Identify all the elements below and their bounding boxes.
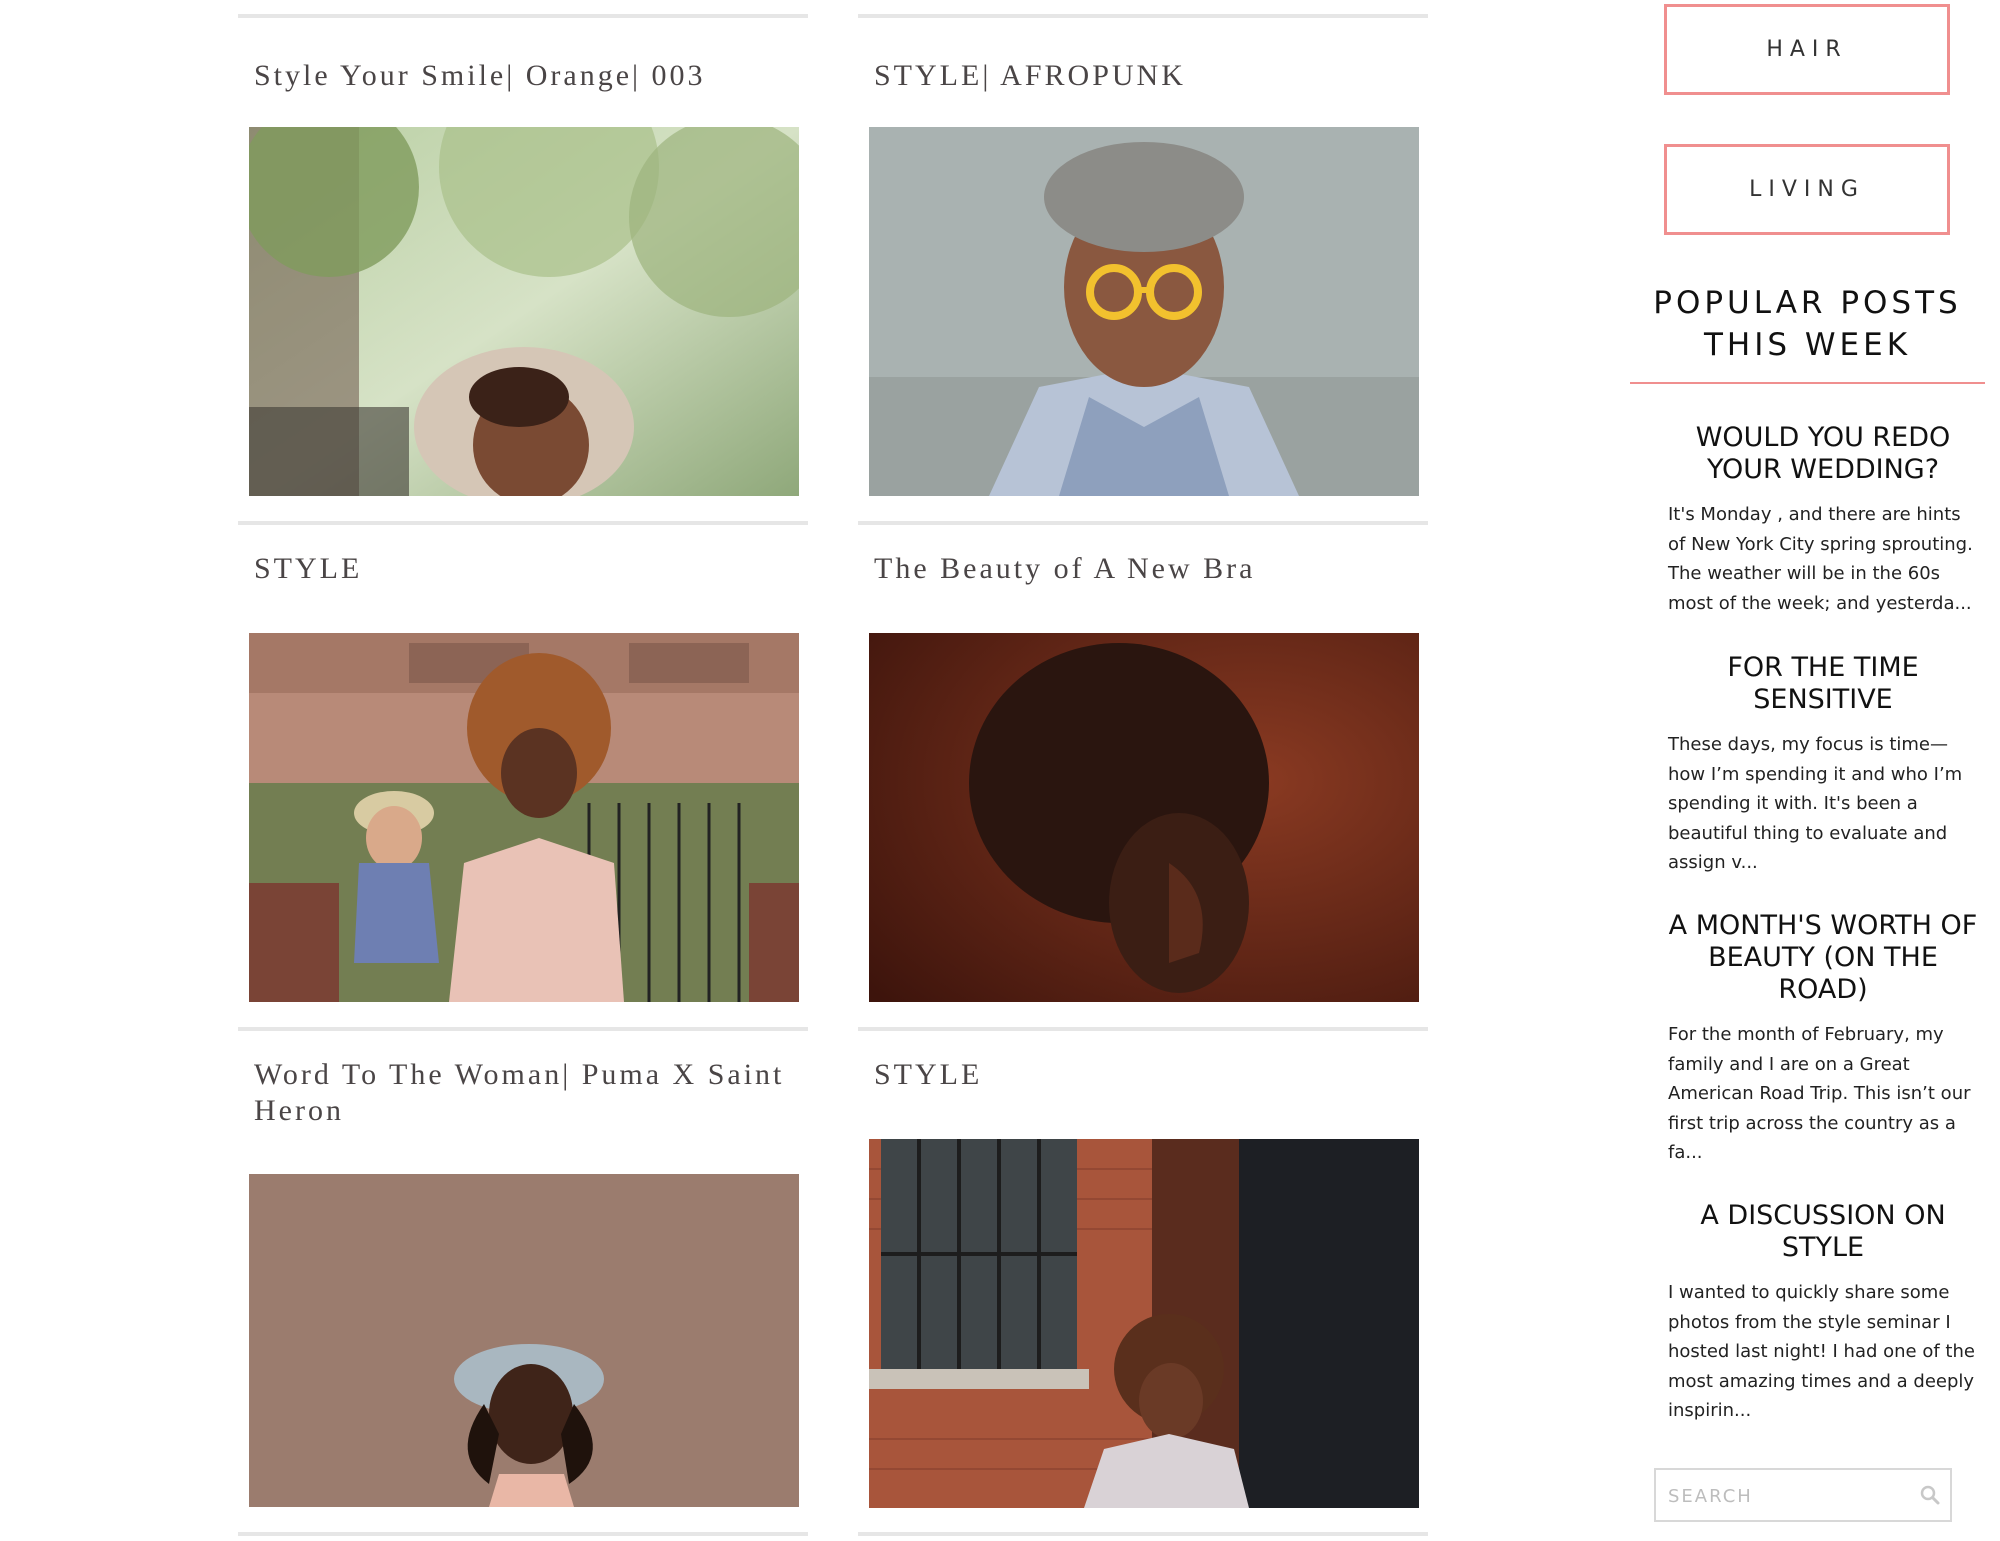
search-box (1654, 1468, 1952, 1522)
post-divider (858, 1532, 1428, 1536)
post-title[interactable]: STYLE| AFROPUNK (874, 58, 1424, 94)
sidebar: HAIR LIVING POPULAR POSTS THIS WEEK WOUL… (1630, 0, 2000, 1541)
post-image[interactable] (869, 127, 1419, 496)
post-image[interactable] (249, 1174, 799, 1507)
popular-post-title[interactable]: WOULD YOU REDO YOUR WEDDING? (1668, 422, 1978, 486)
post-title[interactable]: Style Your Smile| Orange| 003 (254, 58, 804, 94)
popular-post-excerpt: For the month of February, my family and… (1668, 1024, 1971, 1163)
category-living-button[interactable]: LIVING (1664, 144, 1950, 235)
popular-post: FOR THE TIME SENSITIVE These days, my fo… (1668, 652, 1978, 878)
popular-post-title[interactable]: A MONTH'S WORTH OF BEAUTY (ON THE ROAD) (1668, 910, 1978, 1006)
popular-post-title[interactable]: FOR THE TIME SENSITIVE (1668, 652, 1978, 716)
popular-posts-heading-line1: POPULAR POSTS (1653, 285, 1962, 321)
post-title[interactable]: Word To The Woman| Puma X Saint Heron (254, 1057, 804, 1129)
post-divider (858, 14, 1428, 18)
post-image[interactable] (869, 633, 1419, 1002)
post-image[interactable] (249, 127, 799, 496)
popular-posts-heading-line2: THIS WEEK (1703, 327, 1912, 363)
post-image[interactable] (249, 633, 799, 1002)
search-input[interactable] (1666, 1470, 1910, 1522)
popular-post-excerpt: These days, my focus is time—how I’m spe… (1668, 734, 1963, 873)
post-divider (858, 521, 1428, 525)
popular-posts-divider (1630, 382, 1985, 384)
search-icon[interactable] (1918, 1483, 1942, 1507)
popular-post: A MONTH'S WORTH OF BEAUTY (ON THE ROAD) … (1668, 910, 1978, 1168)
popular-post: A DISCUSSION ON STYLE I wanted to quickl… (1668, 1200, 1978, 1426)
post-title[interactable]: STYLE (254, 551, 804, 587)
post-divider (238, 1027, 808, 1031)
post-image[interactable] (869, 1139, 1419, 1508)
post-divider (238, 14, 808, 18)
popular-post: WOULD YOU REDO YOUR WEDDING? It's Monday… (1668, 422, 1978, 618)
popular-posts-heading: POPULAR POSTS THIS WEEK (1630, 282, 1985, 366)
post-divider (858, 1027, 1428, 1031)
popular-post-title[interactable]: A DISCUSSION ON STYLE (1668, 1200, 1978, 1264)
popular-post-excerpt: I wanted to quickly share some photos fr… (1668, 1282, 1975, 1421)
post-title[interactable]: STYLE (874, 1057, 1424, 1093)
post-divider (238, 1532, 808, 1536)
category-hair-button[interactable]: HAIR (1664, 4, 1950, 95)
post-divider (238, 521, 808, 525)
post-title[interactable]: The Beauty of A New Bra (874, 551, 1424, 587)
popular-post-excerpt: It's Monday , and there are hints of New… (1668, 504, 1973, 614)
